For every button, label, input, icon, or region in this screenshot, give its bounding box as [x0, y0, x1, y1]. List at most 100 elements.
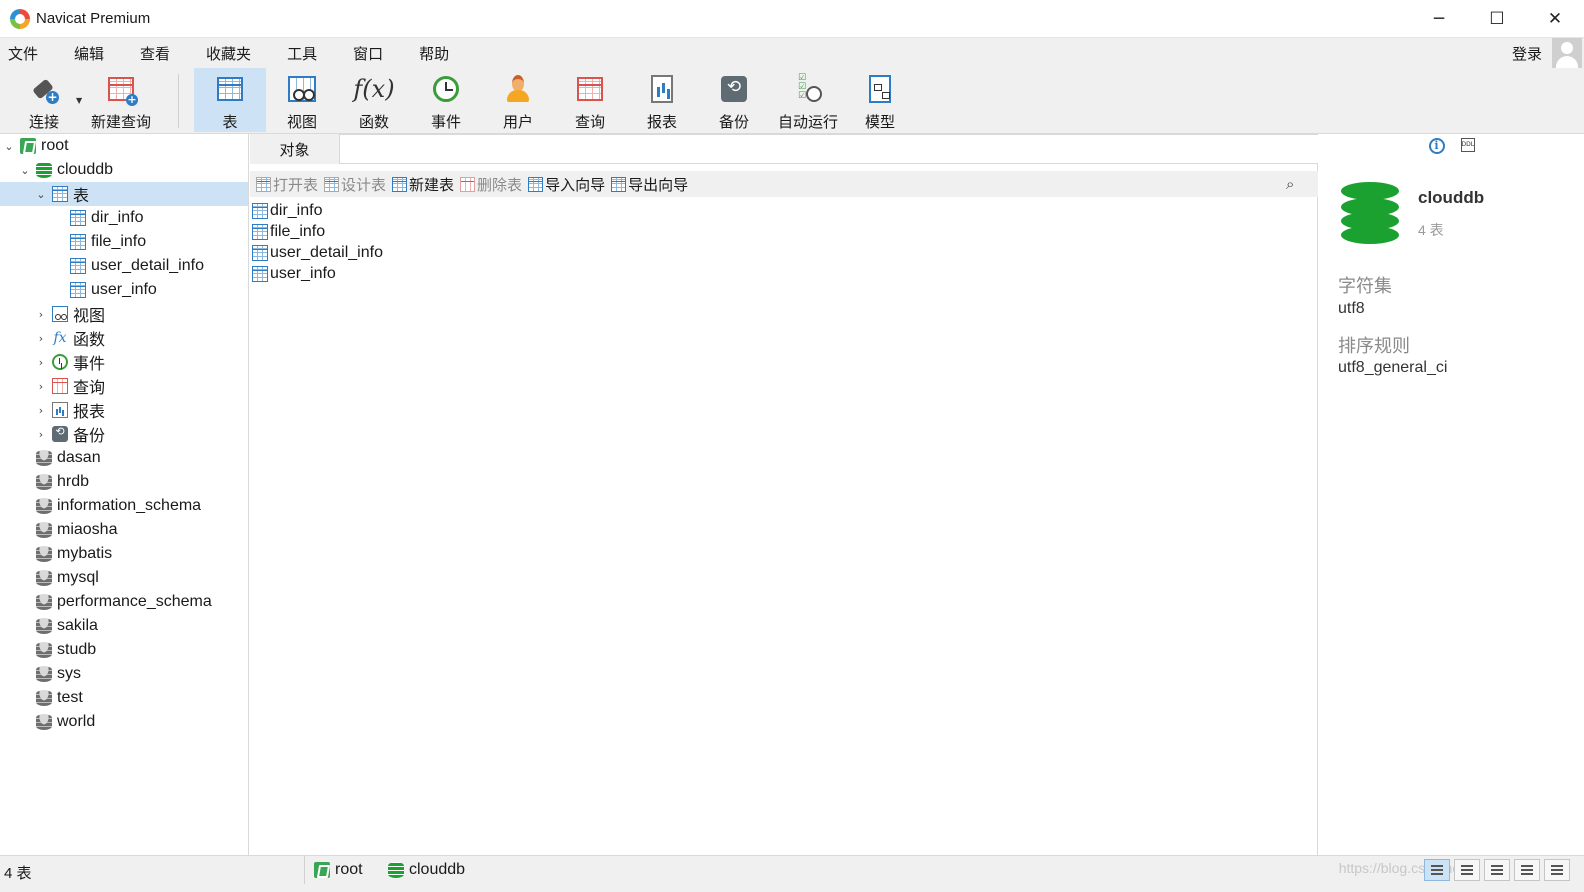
- new-table-button[interactable]: 新建表: [392, 174, 454, 195]
- tree-database-item[interactable]: world: [0, 710, 248, 734]
- minimize-button[interactable]: ─: [1410, 0, 1468, 38]
- tree-backup-group[interactable]: › 备份: [0, 422, 248, 446]
- import-icon: [528, 176, 544, 192]
- connect-button[interactable]: 连接: [14, 68, 74, 132]
- database-large-icon: [1341, 182, 1399, 244]
- export-wizard-button[interactable]: 导出向导: [611, 174, 688, 195]
- new-query-button[interactable]: + 新建查询: [86, 68, 156, 132]
- tree-table-item[interactable]: user_info: [0, 278, 248, 302]
- open-table-label: 打开表: [273, 176, 319, 194]
- main-toolbar: 连接 ▼ + 新建查询 表 视图 f(x) 函数 事件 用户 查询 报表 备份 …: [0, 68, 1584, 134]
- open-table-button[interactable]: 打开表: [256, 174, 318, 195]
- tree-database-item[interactable]: information_schema: [0, 494, 248, 518]
- view-icon: [288, 76, 316, 102]
- chevron-right-icon[interactable]: ›: [34, 428, 48, 441]
- import-wizard-button[interactable]: 导入向导: [528, 174, 605, 195]
- chevron-right-icon[interactable]: ›: [34, 404, 48, 417]
- list-view-button[interactable]: [1424, 859, 1450, 881]
- connect-dropdown-arrow-icon[interactable]: ▼: [76, 96, 82, 105]
- info-icon[interactable]: i: [1428, 138, 1445, 154]
- tree-table-item[interactable]: user_detail_info: [0, 254, 248, 278]
- backup-button[interactable]: 备份: [698, 68, 770, 132]
- menu-file[interactable]: 文件: [0, 43, 54, 64]
- search-icon[interactable]: ⌕: [1286, 175, 1302, 193]
- clock-icon: [433, 76, 459, 102]
- tree-database-item[interactable]: mysql: [0, 566, 248, 590]
- avatar-icon[interactable]: [1552, 38, 1582, 68]
- report-icon: [52, 402, 68, 418]
- database-icon: [36, 666, 52, 682]
- list-item[interactable]: user_info: [252, 263, 383, 284]
- chevron-right-icon[interactable]: ›: [34, 332, 48, 345]
- database-icon: [36, 570, 52, 586]
- tree-database-item[interactable]: sys: [0, 662, 248, 686]
- detail-view-button[interactable]: [1454, 859, 1480, 881]
- er-view-button[interactable]: [1484, 859, 1510, 881]
- delete-table-button[interactable]: 删除表: [460, 174, 522, 195]
- tree-reports-group[interactable]: › 报表: [0, 398, 248, 422]
- chevron-right-icon[interactable]: ›: [34, 380, 48, 393]
- object-name: file_info: [270, 222, 326, 240]
- menu-view[interactable]: 查看: [132, 43, 186, 64]
- object-name: dir_info: [270, 201, 323, 219]
- connection-tree: ⌄ root ⌄ clouddb ⌄ 表 dir_info file_info …: [0, 134, 249, 855]
- toggle-info-panel-button[interactable]: [1544, 859, 1570, 881]
- tree-views-group[interactable]: › 视图: [0, 302, 248, 326]
- tree-database-label: sys: [57, 665, 81, 682]
- toggle-sidebar-button[interactable]: [1514, 859, 1540, 881]
- tree-database-item[interactable]: studb: [0, 638, 248, 662]
- views-button[interactable]: 视图: [266, 68, 338, 132]
- list-item[interactable]: user_detail_info: [252, 242, 383, 263]
- chevron-down-icon[interactable]: ⌄: [34, 188, 48, 201]
- tree-database-item[interactable]: performance_schema: [0, 590, 248, 614]
- tree-events-group[interactable]: › 事件: [0, 350, 248, 374]
- chevron-down-icon[interactable]: ⌄: [18, 164, 32, 177]
- tree-connection-root[interactable]: ⌄ root: [0, 134, 248, 158]
- tree-database-clouddb[interactable]: ⌄ clouddb: [0, 158, 248, 182]
- menu-favorites[interactable]: 收藏夹: [198, 43, 267, 64]
- chevron-right-icon[interactable]: ›: [34, 356, 48, 369]
- automation-button[interactable]: 自动运行: [770, 68, 846, 132]
- tree-group-label: 视图: [73, 308, 106, 325]
- events-button[interactable]: 事件: [410, 68, 482, 132]
- info-database-name: clouddb: [1418, 188, 1485, 207]
- queries-button[interactable]: 查询: [554, 68, 626, 132]
- chevron-right-icon[interactable]: ›: [34, 308, 48, 321]
- model-button[interactable]: 模型: [846, 68, 914, 132]
- functions-button[interactable]: f(x) 函数: [338, 68, 410, 132]
- tree-database-label: hrdb: [57, 473, 90, 490]
- tree-tables-group[interactable]: ⌄ 表: [0, 182, 248, 206]
- tree-database-item[interactable]: sakila: [0, 614, 248, 638]
- tree-queries-group[interactable]: › 查询: [0, 374, 248, 398]
- database-icon: [388, 862, 404, 878]
- users-button[interactable]: 用户: [482, 68, 554, 132]
- tree-table-item[interactable]: file_info: [0, 230, 248, 254]
- maximize-button[interactable]: ☐: [1468, 0, 1526, 38]
- tree-database-item[interactable]: test: [0, 686, 248, 710]
- ddl-icon[interactable]: DDL: [1460, 138, 1475, 152]
- menu-window[interactable]: 窗口: [345, 43, 399, 64]
- tree-database-label: information_schema: [57, 497, 202, 514]
- menu-help[interactable]: 帮助: [411, 43, 465, 64]
- design-table-button[interactable]: 设计表: [324, 174, 386, 195]
- close-button[interactable]: ✕: [1526, 0, 1584, 38]
- backup-icon: [52, 425, 68, 442]
- tree-database-item[interactable]: dasan: [0, 446, 248, 470]
- login-button[interactable]: 登录: [1512, 43, 1542, 64]
- reports-button[interactable]: 报表: [626, 68, 698, 132]
- tree-database-item[interactable]: mybatis: [0, 542, 248, 566]
- status-database-label: clouddb: [409, 861, 466, 878]
- menu-edit[interactable]: 编辑: [66, 43, 120, 64]
- tab-objects[interactable]: 对象: [250, 134, 340, 164]
- tree-database-item[interactable]: miaosha: [0, 518, 248, 542]
- connection-icon: [314, 862, 330, 878]
- plug-icon: [30, 75, 59, 104]
- menu-tools[interactable]: 工具: [279, 43, 333, 64]
- tables-button[interactable]: 表: [194, 68, 266, 132]
- tree-table-item[interactable]: dir_info: [0, 206, 248, 230]
- list-item[interactable]: file_info: [252, 221, 383, 242]
- chevron-down-icon[interactable]: ⌄: [2, 140, 16, 153]
- list-item[interactable]: dir_info: [252, 200, 383, 221]
- tree-functions-group[interactable]: › fx 函数: [0, 326, 248, 350]
- tree-database-item[interactable]: hrdb: [0, 470, 248, 494]
